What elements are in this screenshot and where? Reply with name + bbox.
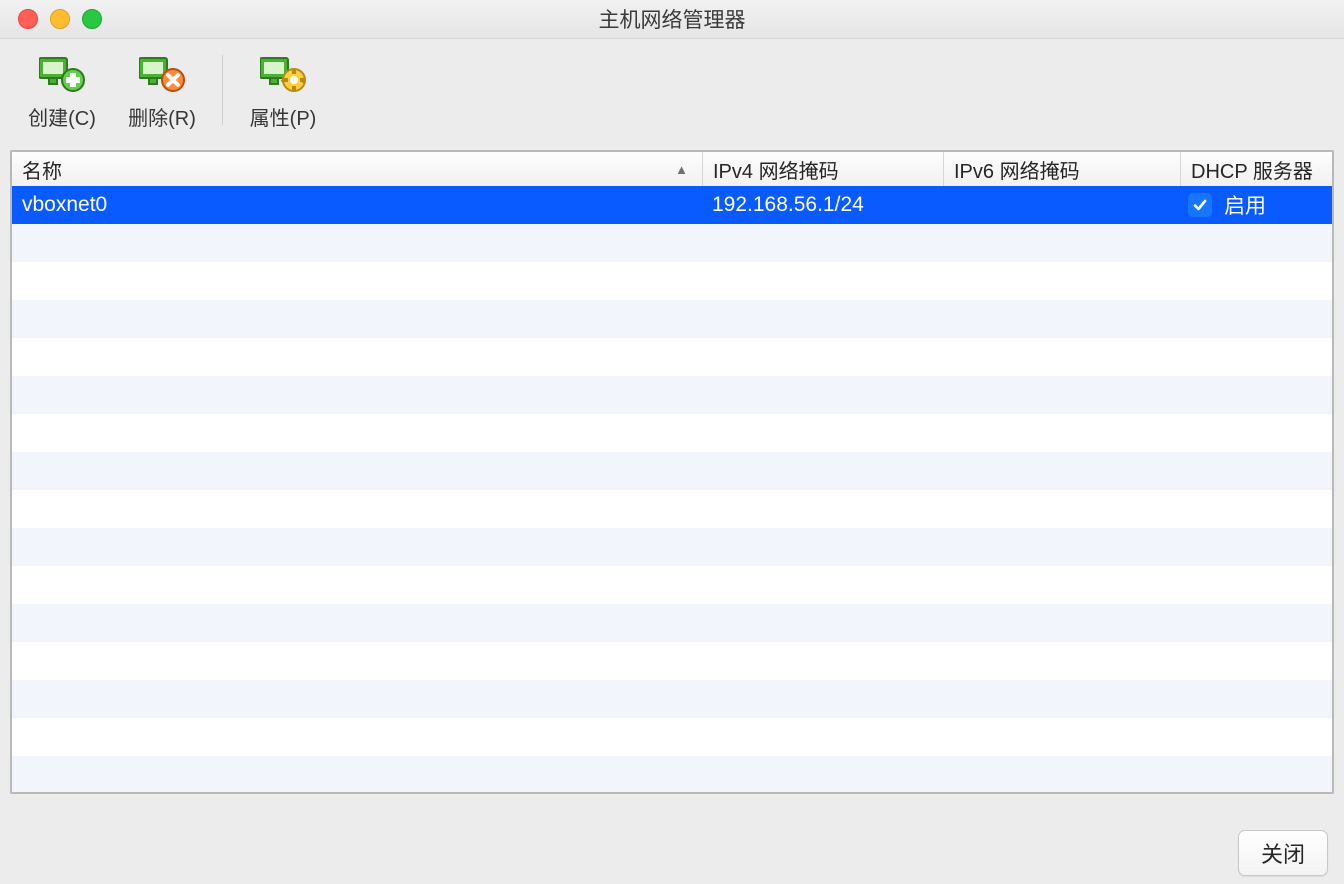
table-row[interactable] (12, 490, 1332, 528)
table-row[interactable] (12, 452, 1332, 490)
remove-button[interactable]: 删除(R) (112, 45, 212, 135)
table-header: 名称 ▲ IPv4 网络掩码 IPv6 网络掩码 DHCP 服务器 (12, 152, 1332, 186)
column-ipv4-label: IPv4 网络掩码 (713, 155, 839, 184)
column-dhcp-label: DHCP 服务器 (1191, 155, 1313, 184)
sort-indicator-icon: ▲ (675, 162, 688, 177)
table-row[interactable] (12, 528, 1332, 566)
window-title: 主机网络管理器 (0, 4, 1344, 34)
table-body: vboxnet0192.168.56.1/24 启用 (12, 186, 1332, 792)
dhcp-checkbox[interactable] (1188, 193, 1212, 217)
cell-dhcp: 启用 (1178, 190, 1332, 220)
column-name-label: 名称 (22, 155, 62, 184)
column-name[interactable]: 名称 ▲ (12, 152, 703, 186)
network-table-panel: 名称 ▲ IPv4 网络掩码 IPv6 网络掩码 DHCP 服务器 vboxne… (10, 150, 1334, 794)
titlebar: 主机网络管理器 (0, 0, 1344, 39)
toolbar-separator (222, 55, 223, 125)
properties-button[interactable]: 属性(P) (233, 45, 333, 135)
cell-ipv4: 192.168.56.1/24 (702, 193, 942, 217)
table-row[interactable] (12, 566, 1332, 604)
column-dhcp[interactable]: DHCP 服务器 (1181, 152, 1332, 186)
dhcp-label: 启用 (1224, 190, 1266, 220)
properties-label: 属性(P) (250, 102, 317, 131)
table-row[interactable] (12, 414, 1332, 452)
column-ipv6-label: IPv6 网络掩码 (954, 155, 1080, 184)
table-row[interactable] (12, 224, 1332, 262)
table-row[interactable] (12, 338, 1332, 376)
table-row[interactable] (12, 680, 1332, 718)
remove-label: 删除(R) (128, 102, 196, 131)
table-row[interactable] (12, 376, 1332, 414)
table-row[interactable] (12, 262, 1332, 300)
table-row[interactable] (12, 604, 1332, 642)
table-row[interactable]: vboxnet0192.168.56.1/24 启用 (12, 186, 1332, 224)
create-label: 创建(C) (28, 102, 96, 131)
footer: 关闭 (0, 822, 1344, 884)
column-ipv4[interactable]: IPv4 网络掩码 (703, 152, 944, 186)
close-button[interactable]: 关闭 (1238, 830, 1328, 876)
column-ipv6[interactable]: IPv6 网络掩码 (944, 152, 1181, 186)
table-row[interactable] (12, 642, 1332, 680)
cell-name: vboxnet0 (12, 193, 702, 217)
table-row[interactable] (12, 718, 1332, 756)
table-row[interactable] (12, 756, 1332, 792)
create-button[interactable]: 创建(C) (12, 45, 112, 135)
table-row[interactable] (12, 300, 1332, 338)
network-add-icon (38, 50, 86, 94)
network-remove-icon (138, 50, 186, 94)
network-settings-icon (259, 50, 307, 94)
toolbar: 创建(C) 删除(R) (0, 39, 1344, 141)
